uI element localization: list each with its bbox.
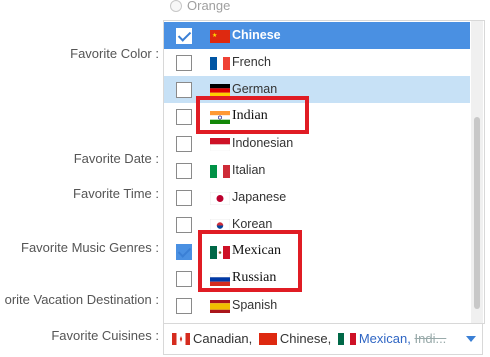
french-label: French — [232, 55, 271, 69]
chip-mexican: Mexican, — [358, 331, 411, 346]
mexico-flag-icon — [337, 333, 356, 345]
canada-flag-icon — [172, 333, 190, 345]
spanish-label: Spanish — [232, 298, 278, 312]
russian-checkbox[interactable] — [176, 271, 192, 287]
indonesian-label: Indonesian — [232, 136, 294, 150]
korean-label: Korean — [232, 217, 273, 231]
favorite-date-label: Favorite Date : — [73, 151, 159, 166]
china-flag-icon — [258, 333, 277, 345]
german-checkbox[interactable] — [176, 82, 192, 98]
indian-checkbox[interactable] — [176, 109, 192, 125]
highlight-box-mexican-russian — [198, 230, 302, 292]
china-flag-icon: ★ — [210, 30, 230, 43]
favorite-cuisines-select[interactable]: Canadian, Chinese, Mexican, Indi... — [163, 323, 483, 355]
dropdown-scrollbar[interactable] — [471, 21, 483, 323]
italy-flag-icon — [210, 165, 230, 178]
spain-flag-icon — [210, 300, 230, 313]
chinese-label: Chinese — [232, 28, 281, 42]
chip-chinese: Chinese, — [279, 331, 332, 346]
chevron-down-icon[interactable] — [466, 336, 476, 342]
japan-flag-icon — [210, 192, 230, 205]
favorite-cuisines-label: Favorite Cuisines : — [51, 328, 159, 343]
list-item-spanish[interactable]: Spanish — [164, 292, 470, 319]
france-flag-icon — [210, 57, 230, 70]
scrollbar-thumb[interactable] — [474, 117, 480, 309]
selected-cuisines-chips: Canadian, Chinese, Mexican, Indi... — [172, 331, 446, 346]
orange-radio[interactable] — [170, 0, 182, 12]
mexican-checkbox[interactable] — [176, 244, 192, 260]
chinese-checkbox[interactable] — [176, 28, 192, 44]
list-item-japanese[interactable]: Japanese — [164, 184, 470, 211]
japanese-label: Japanese — [232, 190, 287, 204]
french-checkbox[interactable] — [176, 55, 192, 71]
italian-label: Italian — [232, 163, 266, 177]
svg-text:★: ★ — [212, 32, 217, 39]
chip-indian-truncated: Indi... — [414, 331, 447, 346]
highlight-box-indian — [196, 96, 309, 134]
spanish-checkbox[interactable] — [176, 298, 192, 314]
list-item-italian[interactable]: Italian — [164, 157, 470, 184]
chip-canadian: Canadian, — [193, 331, 253, 346]
german-label: German — [232, 82, 278, 96]
korean-checkbox[interactable] — [176, 217, 192, 233]
indonesian-checkbox[interactable] — [176, 136, 192, 152]
list-item-french[interactable]: French — [164, 49, 470, 76]
indonesia-flag-icon — [210, 138, 230, 151]
favorite-time-label: Favorite Time : — [73, 186, 159, 201]
orange-radio-label: Orange — [187, 0, 231, 13]
list-item-indonesian[interactable]: Indonesian — [164, 130, 470, 157]
italian-checkbox[interactable] — [176, 163, 192, 179]
favorite-music-genres-label: Favorite Music Genres : — [21, 240, 159, 255]
favorite-vacation-destination-label: orite Vacation Destination : — [4, 292, 159, 307]
list-item-chinese[interactable]: ★ Chinese — [164, 22, 470, 49]
favorite-color-label: Favorite Color : — [70, 46, 159, 61]
japanese-checkbox[interactable] — [176, 190, 192, 206]
